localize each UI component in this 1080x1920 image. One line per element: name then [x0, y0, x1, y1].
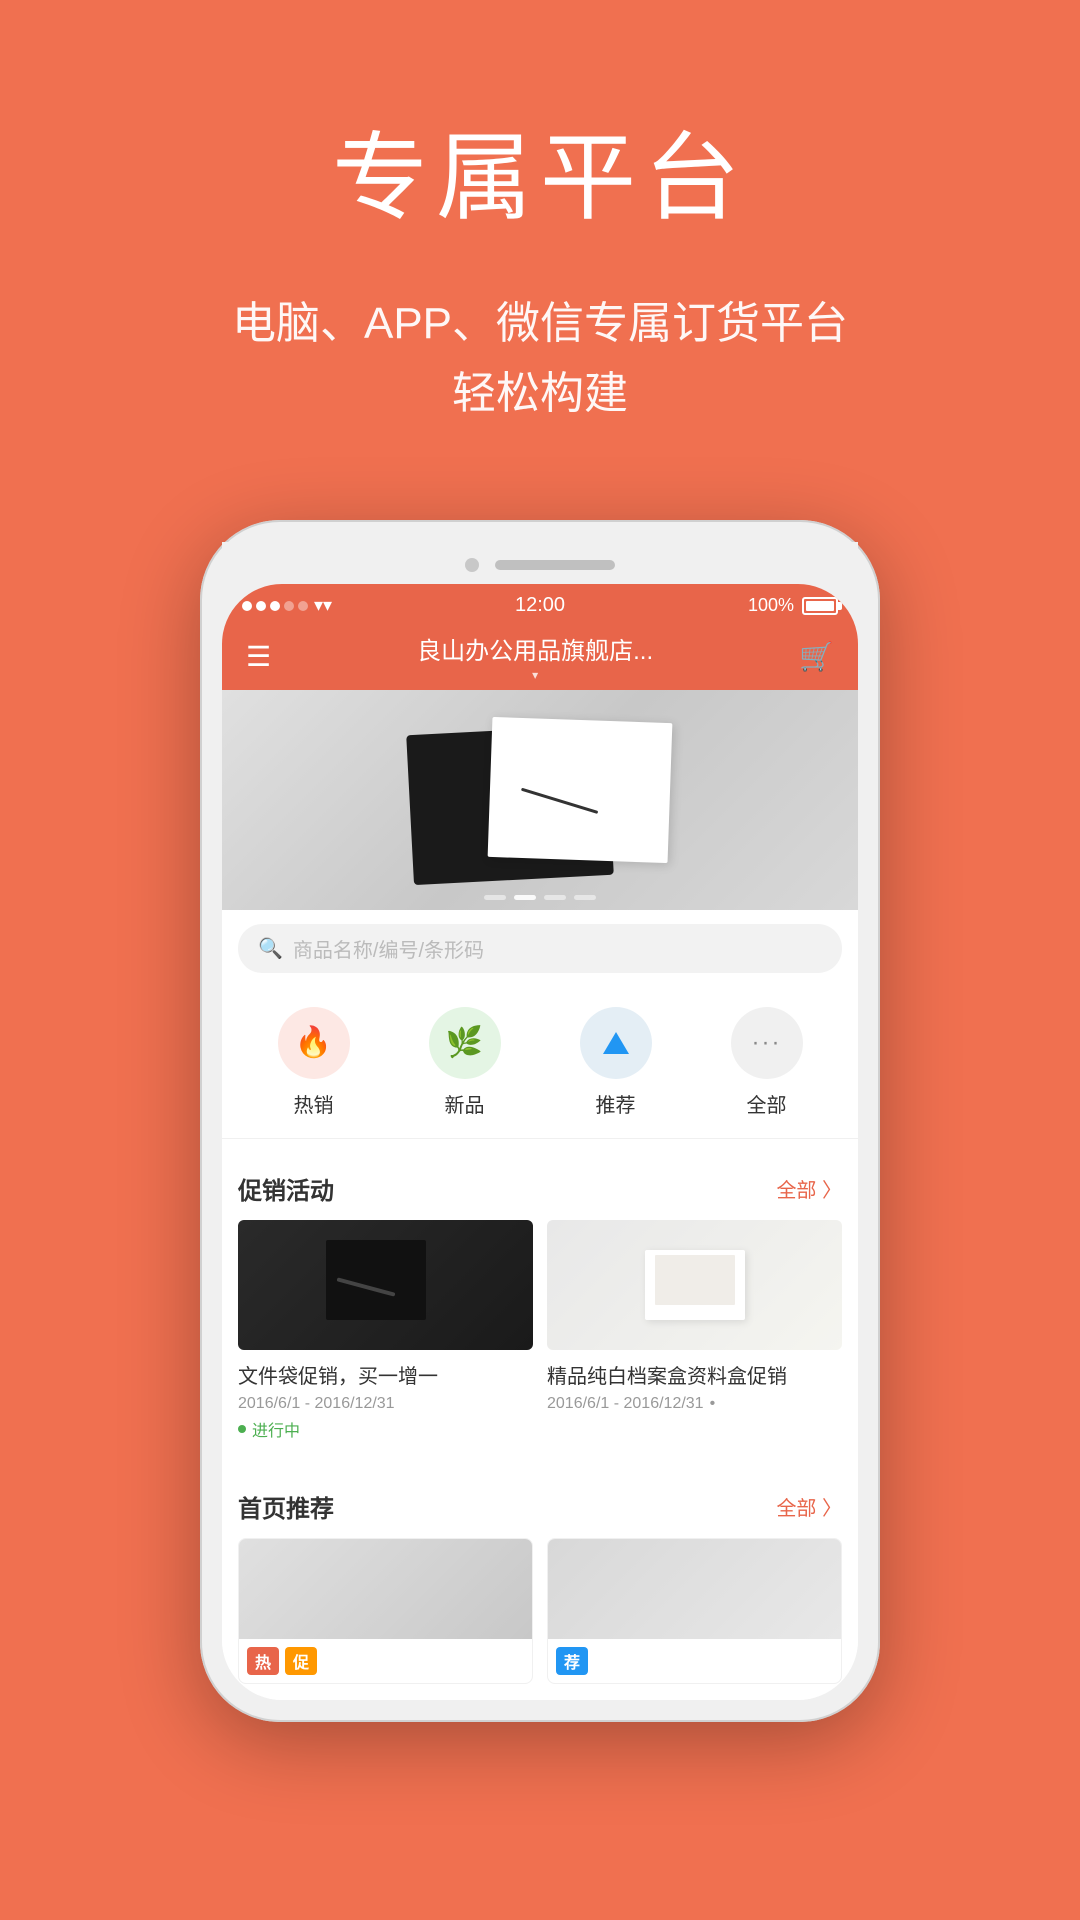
cat-hot-circle: 🔥 [278, 1007, 350, 1079]
menu-icon[interactable]: ☰ [246, 640, 271, 673]
featured-header: 首页推荐 全部 〉 [238, 1489, 842, 1524]
hero-title: 专属平台 [0, 100, 1080, 239]
promo-title-2: 精品纯白档案盒资料盒促销 [547, 1360, 842, 1389]
search-section: 🔍 商品名称/编号/条形码 [222, 910, 858, 987]
promo-card-2[interactable]: 精品纯白档案盒资料盒促销 2016/6/1 - 2016/12/31 • [547, 1220, 842, 1441]
featured-item-2[interactable]: 荐 [547, 1538, 842, 1684]
promotions-title: 促销活动 [238, 1171, 334, 1206]
promo-img-light [547, 1220, 842, 1350]
banner[interactable] [222, 690, 858, 910]
nav-bar: ☰ 良山办公用品旗舰店... ▾ 🛒 [222, 628, 858, 690]
status-active-1: 进行中 [252, 1417, 300, 1441]
signal-dot-3 [270, 601, 280, 611]
cat-all-circle: ··· [731, 1007, 803, 1079]
indicator-3 [544, 895, 566, 900]
status-bar: ▾▾ 12:00 100% [222, 584, 858, 628]
phone-inner: ▾▾ 12:00 100% ☰ 良山办公用品旗舰店... ▾ 🛒 [222, 584, 858, 1700]
phone-speaker [495, 560, 615, 570]
cart-icon[interactable]: 🛒 [799, 640, 834, 673]
promo-date-2: 2016/6/1 - 2016/12/31 • [547, 1395, 842, 1413]
promo-date-1: 2016/6/1 - 2016/12/31 [238, 1395, 533, 1413]
hero-subtitle-line1: 电脑、APP、微信专属订货平台 [232, 299, 848, 348]
promo-status-1: 进行中 [238, 1417, 533, 1441]
triangle-icon [601, 1028, 631, 1058]
category-hot[interactable]: 🔥 热销 [278, 1007, 350, 1118]
phone-frame: ▾▾ 12:00 100% ☰ 良山办公用品旗舰店... ▾ 🛒 [200, 520, 880, 1722]
signal-dot-4 [284, 601, 294, 611]
indicator-1 [484, 895, 506, 900]
status-time: 12:00 [515, 594, 565, 617]
promotions-header: 促销活动 全部 〉 [238, 1171, 842, 1206]
search-icon: 🔍 [258, 936, 283, 961]
banner-content [394, 694, 686, 906]
banner-indicators [484, 895, 596, 900]
wifi-icon: ▾▾ [314, 595, 332, 616]
badge-hot: 热 [247, 1647, 279, 1675]
promotions-section: 促销活动 全部 〉 [222, 1155, 858, 1457]
store-name: 良山办公用品旗舰店... [417, 631, 653, 666]
signal-dot-1 [242, 601, 252, 611]
signal-dot-5 [298, 601, 308, 611]
promo-title-1: 文件袋促销，买一增一 [238, 1360, 533, 1389]
badge-row-2: 荐 [548, 1639, 841, 1683]
indicator-4 [574, 895, 596, 900]
cat-new-label: 新品 [445, 1089, 485, 1118]
search-placeholder: 商品名称/编号/条形码 [293, 934, 484, 963]
status-right: 100% [748, 595, 838, 616]
promo-img-1 [238, 1220, 533, 1350]
featured-img-2 [548, 1539, 841, 1639]
promo-cards: 文件袋促销，买一增一 2016/6/1 - 2016/12/31 进行中 [238, 1220, 842, 1441]
featured-title: 首页推荐 [238, 1489, 334, 1524]
signal-dot-2 [256, 601, 266, 611]
phone-top-bar [222, 542, 858, 584]
signal-dots [242, 601, 308, 611]
categories-section: 🔥 热销 🌿 新品 推荐 [222, 987, 858, 1139]
battery-percent: 100% [748, 595, 794, 616]
new-icon: 🌿 [446, 1025, 483, 1060]
cat-new-circle: 🌿 [429, 1007, 501, 1079]
battery-icon [802, 597, 838, 615]
badge-row-1: 热 促 [239, 1639, 532, 1683]
featured-item-1[interactable]: 热 促 [238, 1538, 533, 1684]
nav-chevron-icon: ▾ [532, 668, 538, 682]
dots-icon: ··· [752, 1029, 782, 1057]
promo-img-2 [547, 1220, 842, 1350]
cat-rec-circle [580, 1007, 652, 1079]
featured-items: 热 促 荐 [238, 1538, 842, 1684]
phone-camera [465, 558, 479, 572]
phone-mockup-container: ▾▾ 12:00 100% ☰ 良山办公用品旗舰店... ▾ 🛒 [0, 520, 1080, 1722]
promo-img-dark [238, 1220, 533, 1350]
status-left: ▾▾ [242, 595, 332, 616]
status-dot-1 [238, 1425, 246, 1433]
featured-img-1 [239, 1539, 532, 1639]
hero-subtitle-line2: 轻松构建 [452, 369, 628, 418]
search-bar[interactable]: 🔍 商品名称/编号/条形码 [238, 924, 842, 973]
indicator-2 [514, 895, 536, 900]
battery-fill [806, 601, 834, 611]
category-rec[interactable]: 推荐 [580, 1007, 652, 1118]
hero-section: 专属平台 电脑、APP、微信专属订货平台 轻松构建 [0, 0, 1080, 490]
category-new[interactable]: 🌿 新品 [429, 1007, 501, 1118]
cat-rec-label: 推荐 [596, 1089, 636, 1118]
promo-status-dot: • [710, 1395, 716, 1413]
hot-icon: 🔥 [295, 1025, 332, 1060]
featured-more[interactable]: 全部 〉 [776, 1492, 842, 1521]
featured-section: 首页推荐 全部 〉 热 促 荐 [222, 1473, 858, 1700]
nav-title-container: 良山办公用品旗舰店... ▾ [417, 631, 653, 682]
cat-hot-label: 热销 [294, 1089, 334, 1118]
category-all[interactable]: ··· 全部 [731, 1007, 803, 1118]
hero-subtitle: 电脑、APP、微信专属订货平台 轻松构建 [0, 289, 1080, 430]
promo-card-1[interactable]: 文件袋促销，买一增一 2016/6/1 - 2016/12/31 进行中 [238, 1220, 533, 1441]
cat-all-label: 全部 [747, 1089, 787, 1118]
badge-promo: 促 [285, 1647, 317, 1675]
badge-rec: 荐 [556, 1647, 588, 1675]
promotions-more[interactable]: 全部 〉 [776, 1174, 842, 1203]
